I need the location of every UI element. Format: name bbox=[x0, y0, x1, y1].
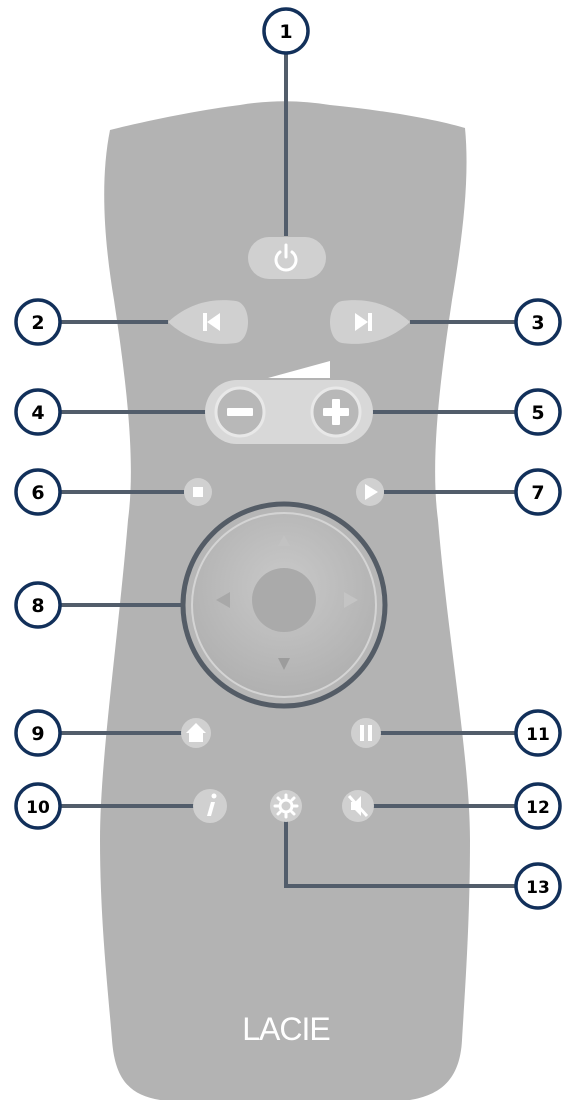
navigation-pad[interactable] bbox=[180, 501, 388, 709]
volume-up-button[interactable] bbox=[310, 386, 362, 438]
callout-5: 5 bbox=[514, 388, 562, 436]
callout-number: 12 bbox=[526, 798, 550, 818]
callout-13: 13 bbox=[514, 862, 562, 910]
callout-12: 12 bbox=[514, 782, 562, 830]
lacie-logo: LACIE bbox=[242, 1011, 329, 1047]
play-button[interactable] bbox=[356, 478, 384, 506]
callout-number: 7 bbox=[531, 482, 544, 504]
callout-1: 1 bbox=[262, 7, 310, 55]
callout-number: 5 bbox=[531, 402, 544, 424]
volume-down-button[interactable] bbox=[214, 386, 266, 438]
callout-number: 3 bbox=[531, 312, 544, 334]
callout-number: 10 bbox=[26, 798, 50, 818]
callout-8: 8 bbox=[14, 581, 62, 629]
callout-11: 11 bbox=[514, 709, 562, 757]
callout-10: 10 bbox=[14, 782, 62, 830]
callout-number: 6 bbox=[31, 482, 44, 504]
power-button[interactable] bbox=[248, 237, 326, 279]
info-button[interactable] bbox=[193, 789, 227, 823]
callout-number: 4 bbox=[31, 402, 44, 424]
stop-button[interactable] bbox=[184, 478, 212, 506]
pause-button[interactable] bbox=[351, 718, 381, 748]
mute-button[interactable] bbox=[342, 790, 374, 822]
callout-6: 6 bbox=[14, 468, 62, 516]
callout-number: 13 bbox=[526, 878, 550, 898]
remote-diagram: LACIE 1 2 3 4 5 6 7 8 9 10 11 12 13 bbox=[14, 7, 562, 1100]
callout-number: 2 bbox=[31, 312, 44, 334]
callout-number: 9 bbox=[31, 723, 44, 745]
settings-button[interactable] bbox=[270, 790, 302, 822]
callout-7: 7 bbox=[514, 468, 562, 516]
callout-3: 3 bbox=[514, 298, 562, 346]
callout-2: 2 bbox=[14, 298, 62, 346]
home-button[interactable] bbox=[181, 718, 211, 748]
callout-4: 4 bbox=[14, 388, 62, 436]
callout-number: 8 bbox=[31, 595, 44, 617]
callout-number: 1 bbox=[279, 21, 292, 43]
ok-button[interactable] bbox=[252, 568, 316, 632]
stop-icon bbox=[193, 487, 203, 497]
callout-9: 9 bbox=[14, 709, 62, 757]
minus-icon bbox=[227, 408, 253, 416]
callout-number: 11 bbox=[526, 725, 550, 745]
